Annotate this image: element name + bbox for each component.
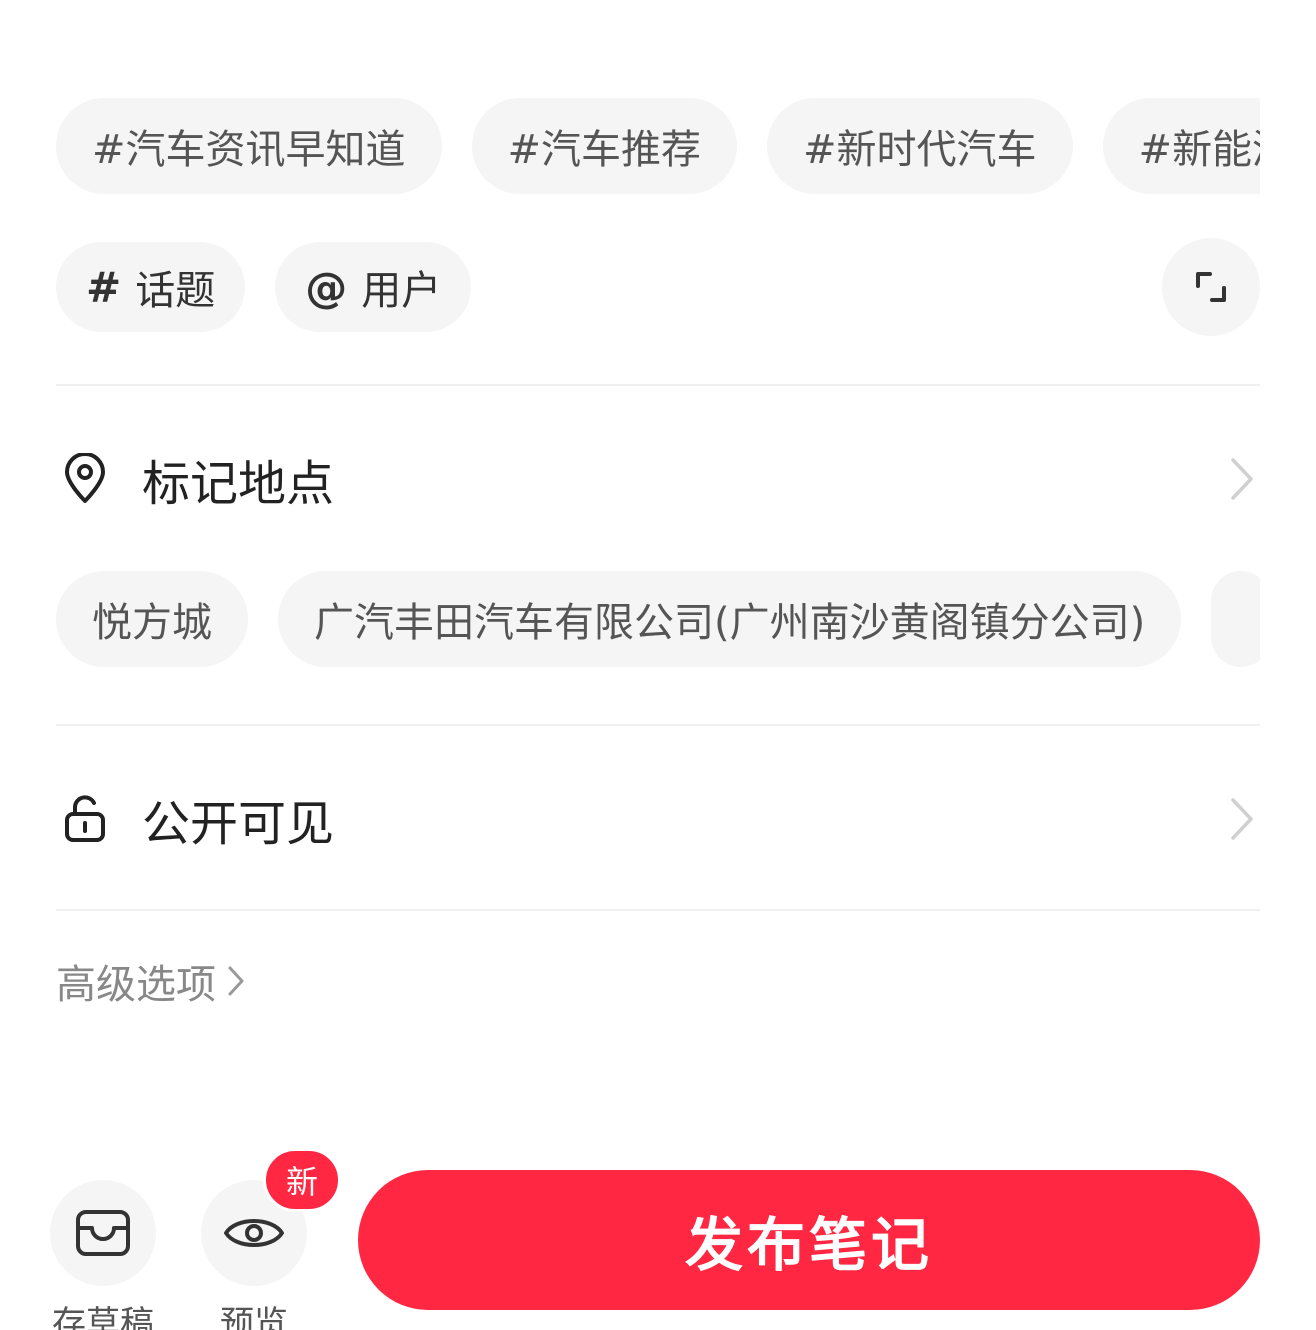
at-icon: @ (305, 262, 348, 312)
new-badge: 新 (263, 1148, 341, 1212)
topic-button[interactable]: # 话题 (56, 242, 246, 332)
chevron-right-icon (1224, 794, 1260, 844)
insert-tools: # 话题 @ 用户 (56, 242, 1260, 332)
divider (56, 384, 1260, 386)
chevron-right-icon (1224, 454, 1260, 504)
draft-circle (50, 1180, 156, 1286)
inbox-tray-icon (76, 1210, 130, 1256)
advanced-options-link[interactable]: 高级选项 (56, 952, 246, 1010)
publish-note-button[interactable]: 发布笔记 (358, 1170, 1260, 1310)
chevron-right-icon (228, 966, 244, 996)
mention-user-button[interactable]: @ 用户 (275, 242, 472, 332)
unlock-icon (56, 790, 114, 848)
eye-icon (224, 1219, 284, 1247)
preview-label: 预览 (220, 1304, 288, 1330)
place-chip[interactable]: 悦方城 (56, 571, 248, 667)
mark-location-row[interactable]: 标记地点 (56, 424, 1260, 534)
divider (56, 909, 1260, 911)
save-draft-button[interactable]: 存草稿 (50, 1180, 156, 1330)
expand-icon (1196, 272, 1226, 302)
topic-button-label: 话题 (135, 268, 216, 314)
mention-user-label: 用户 (361, 268, 442, 314)
visibility-label: 公开可见 (142, 796, 335, 852)
topic-chip[interactable]: #新时代汽车 (767, 98, 1073, 194)
topic-chip[interactable]: #汽车资讯早知道 (56, 98, 442, 194)
divider (56, 724, 1260, 726)
visibility-row[interactable]: 公开可见 (56, 764, 1260, 874)
hash-icon: # (86, 262, 122, 312)
expand-button[interactable] (1162, 238, 1260, 336)
place-suggestions: 悦方城 广汽丰田汽车有限公司(广州南沙黄阁镇分公司) (56, 571, 1260, 667)
advanced-options-label: 高级选项 (56, 962, 216, 1008)
topic-chip[interactable]: #新能源 (1102, 98, 1260, 194)
place-chip[interactable]: 广汽丰田汽车有限公司(广州南沙黄阁镇分公司) (278, 571, 1182, 667)
place-chip[interactable] (1211, 571, 1260, 667)
save-draft-label: 存草稿 (52, 1304, 154, 1330)
topic-suggestions: #汽车资讯早知道 #汽车推荐 #新时代汽车 #新能源 (56, 98, 1260, 194)
topic-chip[interactable]: #汽车推荐 (471, 98, 738, 194)
mark-location-label: 标记地点 (142, 456, 335, 512)
location-pin-icon (56, 450, 114, 508)
